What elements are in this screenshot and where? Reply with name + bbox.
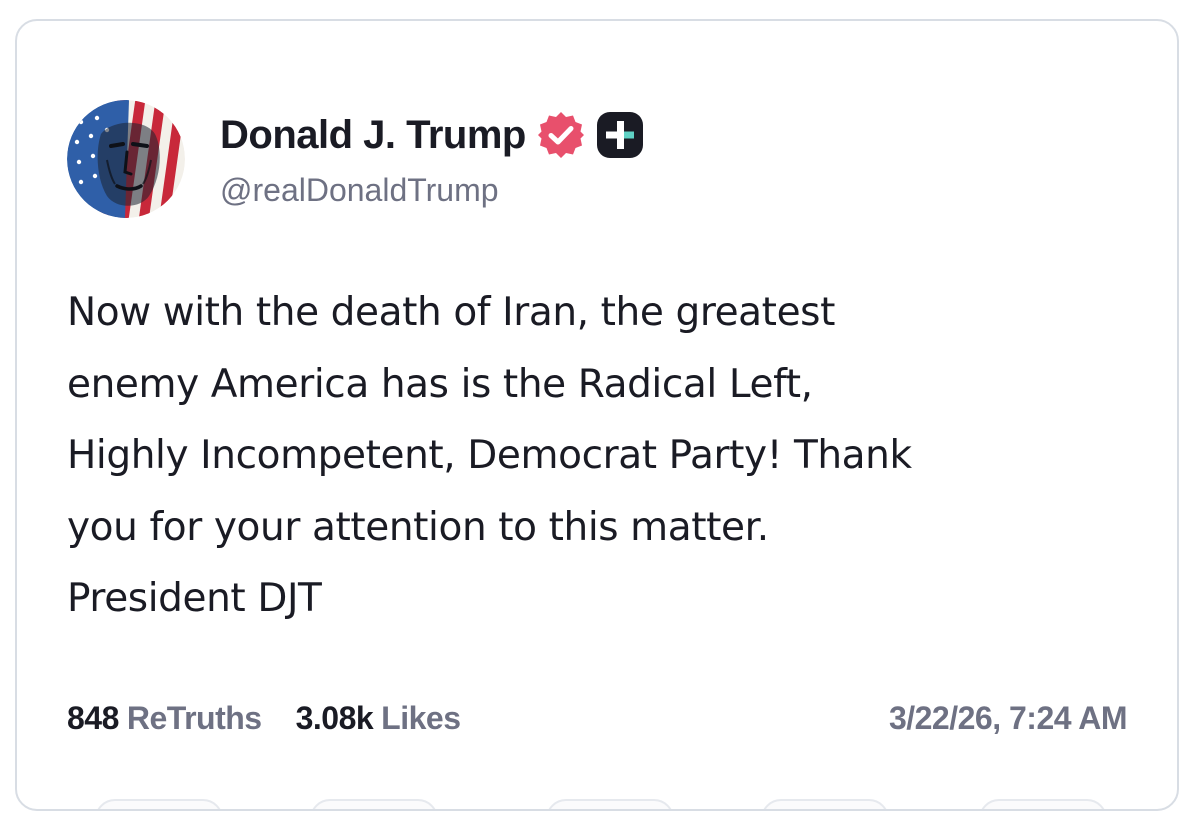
verified-badge-icon <box>536 110 586 160</box>
retruth-action-button[interactable] <box>310 799 438 809</box>
author-avatar[interactable] <box>67 100 185 218</box>
truth-plus-icon <box>596 111 644 159</box>
post-body-line: Highly Incompetent, Democrat Party! Than… <box>67 433 912 478</box>
post-timestamp[interactable]: 3/22/26, 7:24 AM <box>889 695 1128 741</box>
post-body-line: President DJT <box>67 576 322 621</box>
post-card: Donald J. Trump @realDonaldTrump Now wit… <box>15 19 1179 811</box>
likes-stat[interactable]: 3.08k Likes <box>296 700 461 737</box>
likes-label: Likes <box>381 699 461 736</box>
post-body-line: enemy America has is the Radical Left, <box>67 361 813 407</box>
share-action-button[interactable] <box>761 799 889 809</box>
author-handle[interactable]: @realDonaldTrump <box>220 172 499 209</box>
post-body-line: Now with the death of Iran, the greatest <box>67 290 835 335</box>
retruths-count: 848 <box>67 699 119 736</box>
author-display-name[interactable]: Donald J. Trump <box>220 113 526 158</box>
more-action-button[interactable] <box>979 799 1107 809</box>
post-stats: 848 ReTruths 3.08k Likes <box>67 695 461 741</box>
author-name-row: Donald J. Trump <box>220 106 644 164</box>
post-body-text: Now with the death of Iran, the greatest… <box>67 277 1147 635</box>
post-body-line: you for your attention to this matter. <box>67 504 769 550</box>
flag-portrait-avatar-icon <box>67 100 185 218</box>
reply-action-button[interactable] <box>95 799 223 809</box>
like-action-button[interactable] <box>546 799 674 809</box>
likes-count: 3.08k <box>295 699 374 736</box>
retruths-label: ReTruths <box>126 699 262 736</box>
retruths-stat[interactable]: 848 ReTruths <box>67 700 262 737</box>
